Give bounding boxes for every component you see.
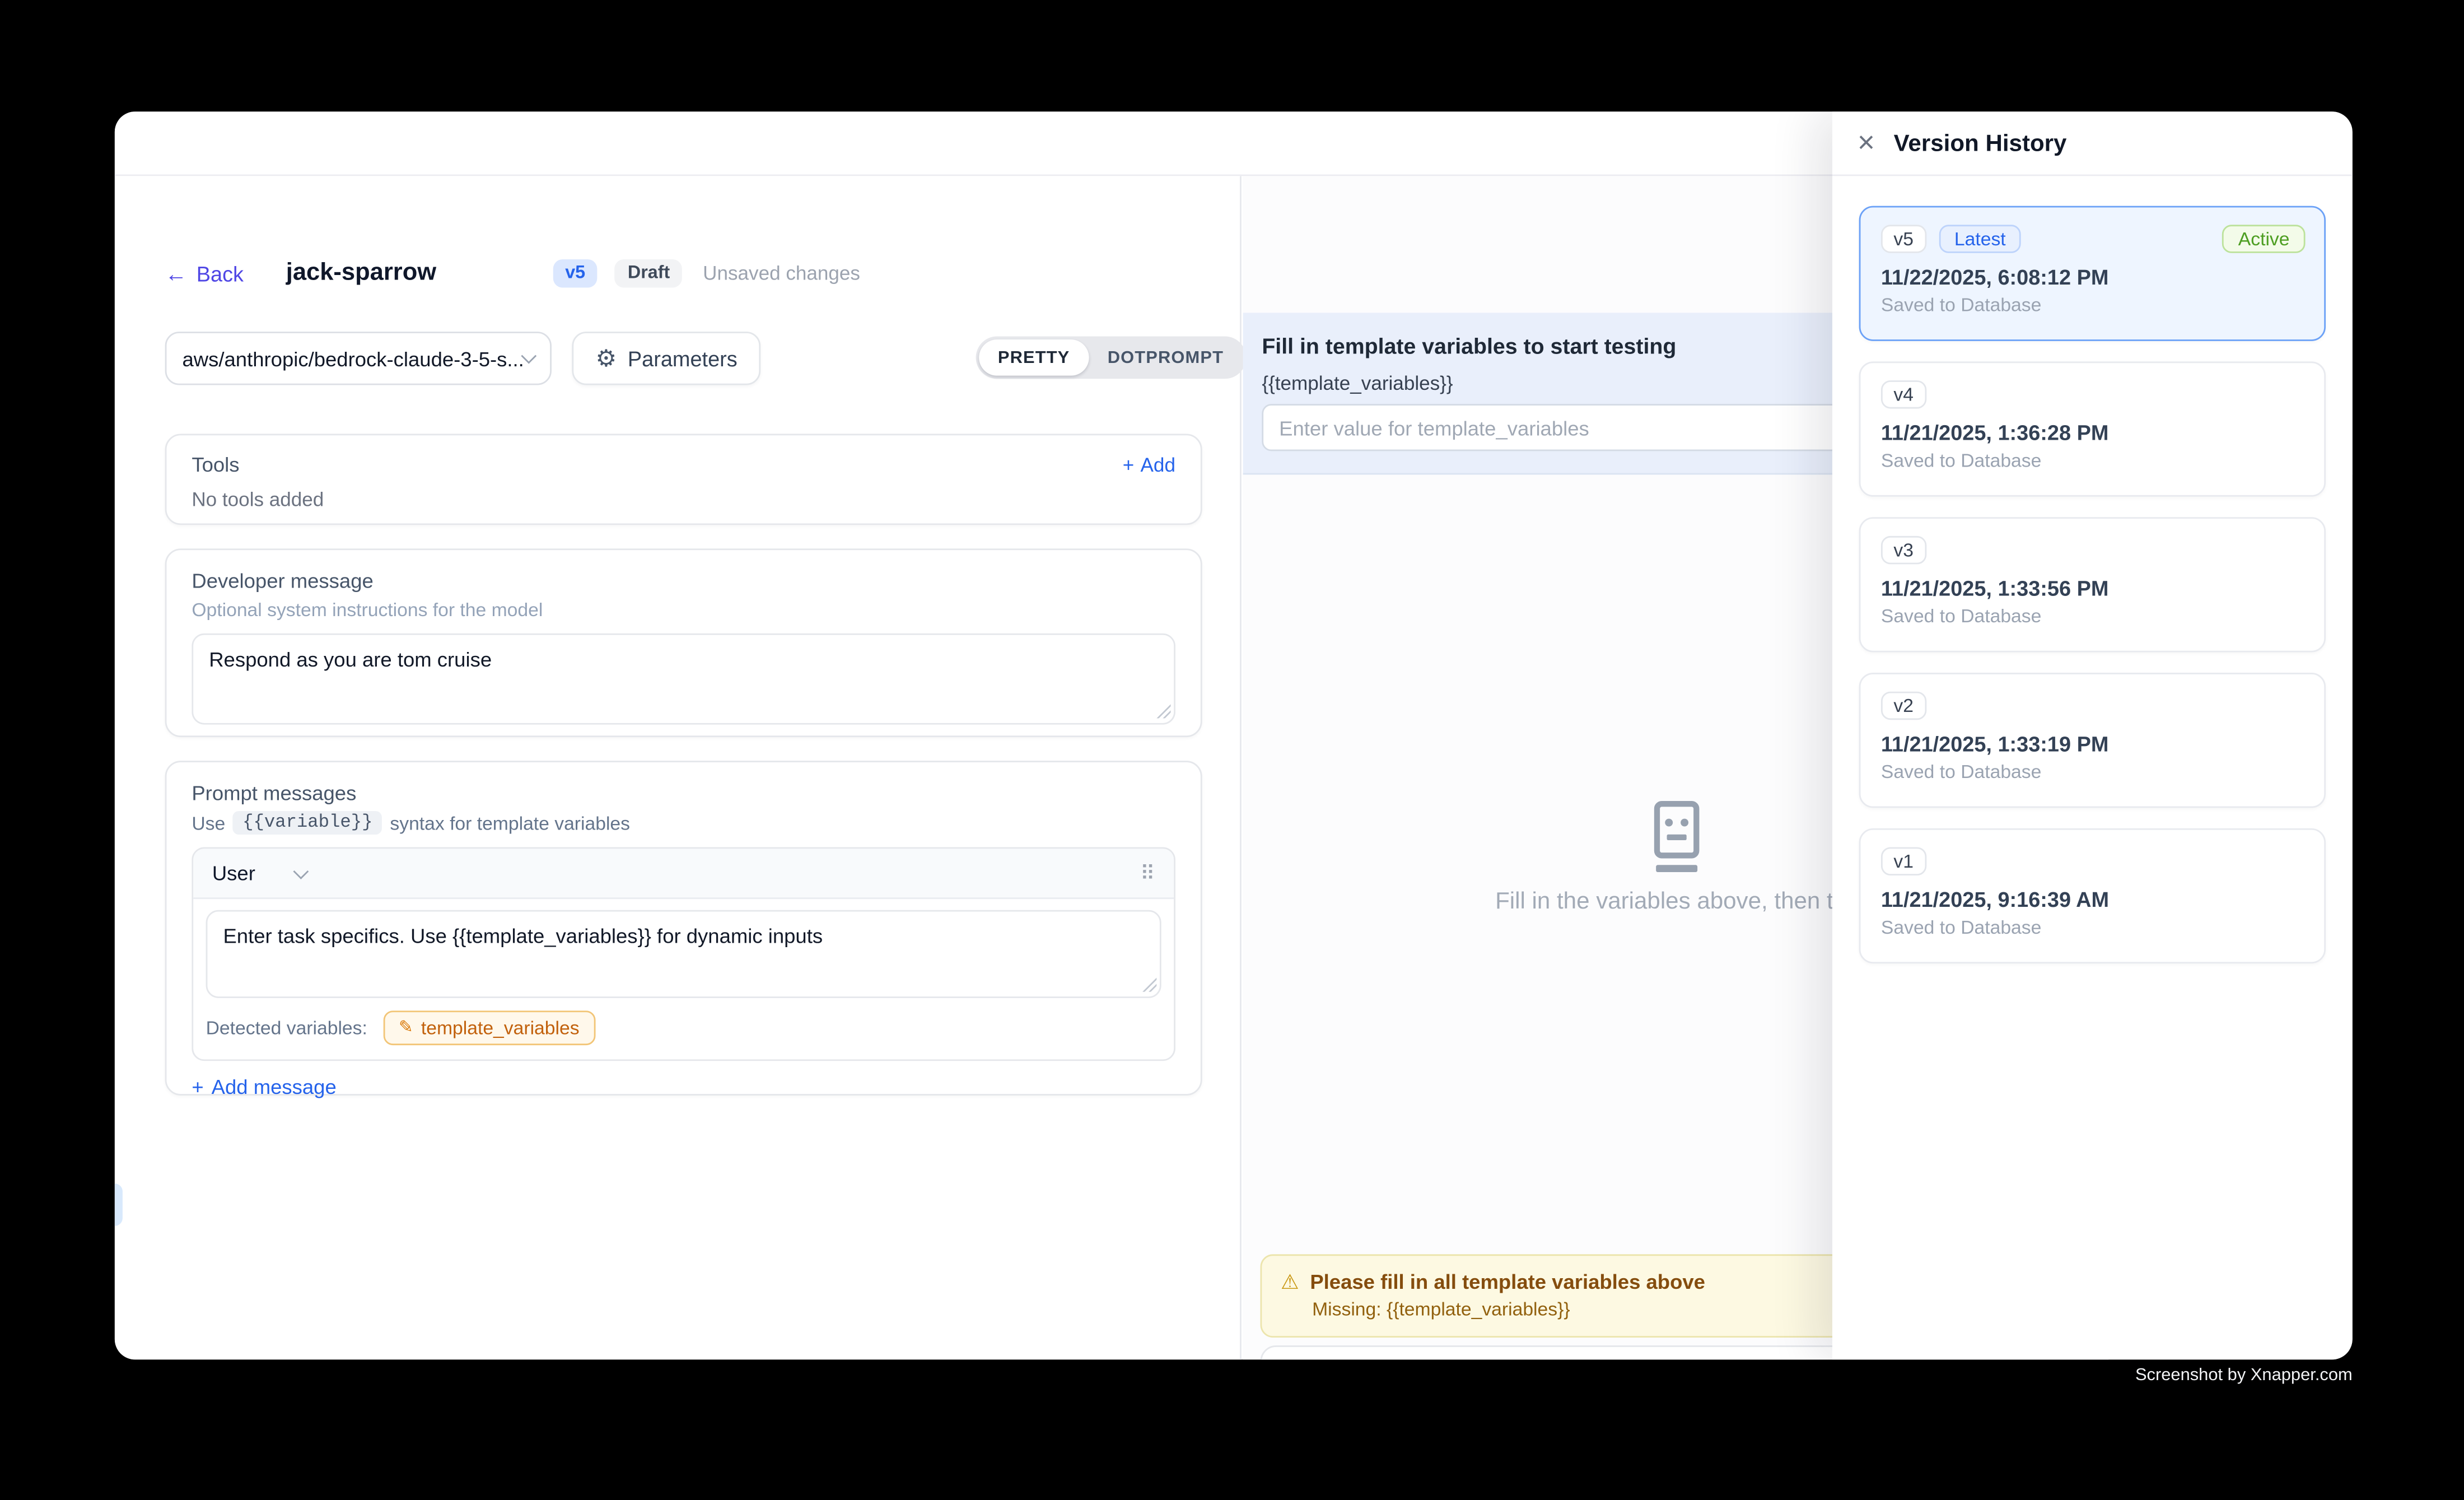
version-timestamp: 11/21/2025, 1:36:28 PM [1881,421,2304,445]
prompt-messages-title: Prompt messages [192,781,1175,805]
robot-face-icon [1636,799,1718,884]
developer-message-card: Developer message Optional system instru… [165,548,1202,737]
version-number-chip: v2 [1881,692,1926,720]
hint-suffix: syntax for template variables [390,812,630,833]
version-history-header: × Version History [1832,111,2353,176]
version-history-panel: × Version History v5 Latest Active 11/22… [1832,111,2353,1359]
version-timestamp: 11/21/2025, 1:33:56 PM [1881,577,2304,600]
version-card-v2[interactable]: v2 11/21/2025, 1:33:19 PM Saved to Datab… [1859,673,2326,808]
parameters-button[interactable]: ⚙ Parameters [572,332,760,385]
breadcrumb: ← Back jack-sparrow v5 Draft Unsaved cha… [165,258,860,289]
version-status: Saved to Database [1881,450,2304,472]
resize-handle[interactable] [1156,704,1170,718]
version-status: Saved to Database [1881,605,2304,627]
format-toggle: PRETTY DOTPROMPT [976,337,1246,379]
chevron-down-icon[interactable] [294,864,310,879]
warning-icon: ⚠ [1281,1271,1299,1292]
variable-syntax-hint: Use {{variable}} syntax for template var… [192,811,1175,835]
prompt-editor-column: ← Back jack-sparrow v5 Draft Unsaved cha… [115,176,1242,1359]
model-select-value: aws/anthropic/bedrock-claude-3-5-s... [183,347,524,370]
version-timestamp: 11/21/2025, 1:33:19 PM [1881,733,2304,756]
version-status: Saved to Database [1881,916,2304,938]
add-message-label: Add message [212,1075,337,1098]
back-label: Back [197,262,244,285]
close-icon[interactable]: × [1858,128,1875,158]
add-tool-label: Add [1141,454,1175,476]
version-timestamp: 11/21/2025, 9:16:39 AM [1881,888,2304,911]
role-select-value[interactable]: User [212,861,255,885]
version-number-chip: v4 [1881,380,1926,409]
version-card-v4[interactable]: v4 11/21/2025, 1:36:28 PM Saved to Datab… [1859,361,2326,496]
developer-message-input[interactable]: Respond as you are tom cruise [192,633,1175,725]
detected-variables-row: Detected variables: ✎ template_variables [193,998,1174,1059]
resize-handle[interactable] [1142,977,1156,991]
developer-message-subtitle: Optional system instructions for the mod… [192,599,1175,621]
pencil-icon: ✎ [399,1019,413,1037]
model-toolbar: aws/anthropic/bedrock-claude-3-5-s... ⚙ … [165,332,761,385]
active-badge: Active [2223,225,2306,253]
message-header: User ⠿ [193,849,1174,899]
version-number-chip: v3 [1881,536,1926,565]
unsaved-changes-text: Unsaved changes [703,263,860,285]
toggle-pretty[interactable]: PRETTY [979,339,1089,376]
version-status: Saved to Database [1881,294,2304,316]
watermark-text: Screenshot by Xnapper.com [2135,1366,2353,1385]
version-badge: v5 [553,259,598,288]
app-window: ← Back jack-sparrow v5 Draft Unsaved cha… [115,111,2353,1359]
version-card-v3[interactable]: v3 11/21/2025, 1:33:56 PM Saved to Datab… [1859,517,2326,652]
developer-message-title: Developer message [192,569,1175,593]
parameters-label: Parameters [628,347,738,370]
screenshot-stage: ← Back jack-sparrow v5 Draft Unsaved cha… [0,0,2464,1499]
tools-title: Tools [192,453,239,476]
page-title: jack-sparrow [286,259,436,288]
warning-title: Please fill in all template variables ab… [1310,1270,1705,1293]
version-number-chip: v1 [1881,847,1926,875]
tools-card: Tools + Add No tools added [165,434,1202,525]
plus-icon: + [1123,454,1135,476]
variable-syntax-code: {{variable}} [233,811,382,835]
plus-icon: + [192,1075,203,1098]
hint-prefix: Use [192,812,225,833]
model-select[interactable]: aws/anthropic/bedrock-claude-3-5-s... [165,332,552,385]
prompt-messages-card: Prompt messages Use {{variable}} syntax … [165,761,1202,1096]
version-card-v1[interactable]: v1 11/21/2025, 9:16:39 AM Saved to Datab… [1859,828,2326,963]
back-arrow-icon: ← [165,263,187,285]
message-block: User ⠿ Enter task specifics. Use {{templ… [192,847,1175,1061]
version-timestamp: 11/22/2025, 6:08:12 PM [1881,265,2304,289]
chevron-down-icon [521,347,536,363]
version-history-title: Version History [1894,130,2067,157]
add-message-button[interactable]: + Add message [192,1075,336,1098]
detected-variables-label: Detected variables: [206,1017,367,1039]
bot-empty-state-icon [1634,799,1719,892]
add-tool-button[interactable]: + Add [1123,454,1175,476]
template-variable-chip[interactable]: ✎ template_variables [383,1010,595,1045]
gear-icon: ⚙ [596,347,617,370]
drag-handle-icon[interactable]: ⠿ [1140,860,1155,886]
tools-empty-text: No tools added [192,489,1175,511]
latest-badge: Latest [1939,225,2022,253]
back-button[interactable]: ← Back [165,262,244,285]
message-content-input[interactable]: Enter task specifics. Use {{template_var… [206,910,1161,998]
draft-badge: Draft [615,259,682,288]
clipped-toast [115,1184,123,1226]
version-number-chip: v5 [1881,225,1926,253]
version-list: v5 Latest Active 11/22/2025, 6:08:12 PM … [1832,176,2353,1014]
version-card-v5[interactable]: v5 Latest Active 11/22/2025, 6:08:12 PM … [1859,206,2326,341]
version-status: Saved to Database [1881,761,2304,782]
template-variable-name: template_variables [421,1017,580,1039]
toggle-dotprompt[interactable]: DOTPROMPT [1089,339,1243,376]
